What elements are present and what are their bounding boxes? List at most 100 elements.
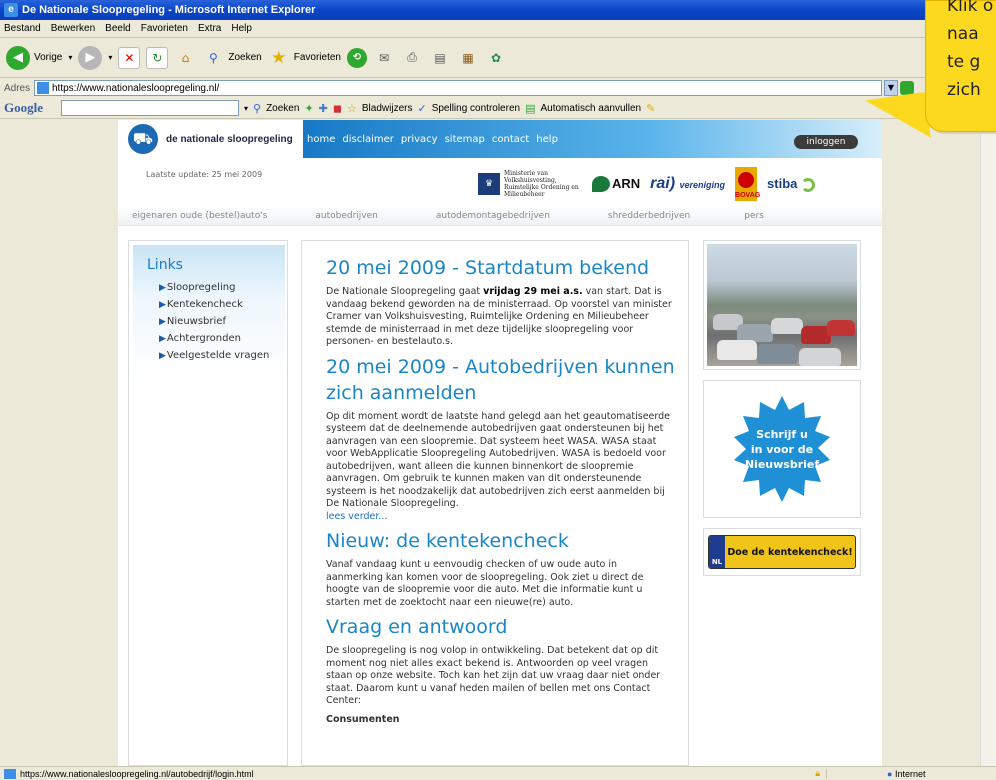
arrow-right-icon: ▶ (159, 300, 166, 310)
menu-favorieten[interactable]: Favorieten (141, 23, 188, 34)
stop-icon[interactable]: ✕ (118, 46, 141, 69)
menu-bestand[interactable]: Bestand (4, 23, 41, 34)
nav-privacy[interactable]: privacy (401, 134, 438, 145)
google-toolbar-options-icon[interactable]: ✦ (304, 102, 313, 115)
lock-icon: 🔒︎ (815, 768, 820, 778)
google-search-button[interactable]: Zoeken (266, 103, 299, 114)
bovag-ring-icon (738, 172, 755, 188)
sidebar-item-label[interactable]: Veelgestelde vragen (167, 350, 269, 361)
links-sidebar: Links ▶Sloopregeling ▶Kentekencheck ▶Nie… (128, 240, 288, 766)
newsletter-badge[interactable]: Schrijf u in voor de Nieuwsbrief (727, 394, 837, 504)
arrow-right-icon: ▶ (159, 283, 166, 293)
sidebar-item-faq[interactable]: ▶Veelgestelde vragen (159, 350, 285, 361)
google-pagerank-icon[interactable]: ◼ (333, 102, 342, 115)
status-bar: https://www.nationalesloopregeling.nl/au… (0, 766, 996, 780)
messenger-icon[interactable]: ✿ (485, 47, 507, 69)
address-input[interactable]: https://www.nationalesloopregeling.nl/ (34, 80, 882, 96)
page-icon (37, 82, 49, 94)
refresh-icon[interactable]: ↻ (146, 46, 169, 69)
login-button[interactable]: inloggen (794, 135, 858, 149)
rai-subtext: vereniging (679, 180, 726, 190)
category-shredders[interactable]: shredderbedrijven (608, 211, 690, 221)
address-bar: Adres https://www.nationalesloopregeling… (0, 79, 996, 97)
google-search-dropdown-icon[interactable]: ▾ (244, 104, 248, 113)
rai-logo[interactable]: rai) vereniging (650, 175, 725, 193)
history-icon[interactable]: ⟲ (347, 47, 367, 68)
google-popup-icon[interactable]: ✚ (319, 102, 328, 115)
read-more-link[interactable]: lees verder... (326, 511, 387, 522)
bookmarks-star-icon[interactable]: ☆ (347, 102, 357, 115)
print-icon[interactable]: ⎙ (401, 47, 423, 69)
arn-logo[interactable]: ARN (592, 176, 640, 193)
google-search-icon[interactable]: ⚲ (253, 102, 261, 115)
badge-line: in voor de (750, 442, 814, 456)
sidebar-item-label[interactable]: Achtergronden (167, 333, 241, 344)
site-logo[interactable]: ⛟ de nationale sloopregeling (128, 120, 303, 158)
site-header: ⛟ de nationale sloopregeling home discla… (118, 120, 882, 158)
callout-tail (865, 92, 931, 146)
favorites-star-icon[interactable]: ★ (268, 47, 290, 69)
back-dropdown-icon[interactable]: ▾ (68, 53, 72, 62)
mail-icon[interactable]: ✉ (373, 47, 395, 69)
discuss-icon[interactable]: ▦ (457, 47, 479, 69)
menu-beeld[interactable]: Beeld (105, 23, 131, 34)
arn-leaf-icon (592, 176, 610, 193)
menu-help[interactable]: Help (231, 23, 252, 34)
article-body: Op dit moment wordt de laatste hand gele… (326, 411, 676, 524)
sidebar-item-label[interactable]: Sloopregeling (167, 282, 236, 293)
kentekencheck-button[interactable]: NL Doe de kentekencheck! (708, 535, 856, 569)
zone-label: Internet (894, 768, 926, 779)
article-title: Vraag en antwoord (326, 616, 508, 638)
nav-disclaimer[interactable]: disclaimer (342, 134, 394, 145)
nav-home[interactable]: home (307, 134, 335, 145)
newsletter-badge-text[interactable]: Schrijf u in voor de Nieuwsbrief (745, 427, 819, 472)
arn-text: ARN (612, 175, 641, 191)
globe-icon: ● (887, 768, 893, 779)
category-press[interactable]: pers (744, 211, 764, 221)
favorites-button-label[interactable]: Favorieten (294, 52, 341, 63)
search-button-label[interactable]: Zoeken (228, 52, 261, 63)
vertical-scrollbar[interactable] (980, 120, 996, 766)
google-search-input[interactable] (61, 100, 239, 116)
highlight-pen-icon[interactable]: ✎ (646, 102, 655, 115)
autofill-button[interactable]: Automatisch aanvullen (540, 103, 641, 114)
sidebar-item-nieuwsbrief[interactable]: ▶Nieuwsbrief (159, 316, 285, 327)
address-url[interactable]: https://www.nationalesloopregeling.nl/ (52, 83, 219, 94)
autofill-icon[interactable]: ▤ (525, 102, 535, 115)
menu-extra[interactable]: Extra (198, 23, 221, 34)
google-logo[interactable]: Google (4, 100, 56, 116)
category-dismantlers[interactable]: autodemontagebedrijven (436, 211, 550, 221)
search-icon[interactable]: ⚲ (202, 47, 224, 69)
scrapped-cars-photo (707, 244, 857, 366)
address-dropdown-icon[interactable]: ▼ (884, 80, 898, 96)
home-icon[interactable]: ⌂ (174, 47, 196, 69)
back-icon[interactable]: ◀ (6, 45, 30, 70)
category-car-companies[interactable]: autobedrijven (315, 211, 378, 221)
car-shape (717, 340, 757, 360)
bookmarks-button[interactable]: Bladwijzers (362, 103, 413, 114)
main-content: 20 mei 2009 - Startdatum bekend De Natio… (301, 240, 689, 766)
nav-sitemap[interactable]: sitemap (445, 134, 485, 145)
category-owners[interactable]: eigenaren oude (bestel)auto's (132, 211, 267, 221)
browser-viewport: ⛟ de nationale sloopregeling home discla… (0, 120, 996, 766)
menu-bewerken[interactable]: Bewerken (51, 23, 95, 34)
kentekencheck-label[interactable]: Doe de kentekencheck! (725, 536, 855, 568)
nav-contact[interactable]: contact (492, 134, 529, 145)
rai-text: rai (650, 175, 670, 192)
sidebar-item-achtergronden[interactable]: ▶Achtergronden (159, 333, 285, 344)
nav-help[interactable]: help (536, 134, 558, 145)
spellcheck-button[interactable]: Spelling controleren (432, 103, 520, 114)
stiba-logo[interactable]: stiba (767, 176, 816, 192)
sidebar-item-sloopregeling[interactable]: ▶Sloopregeling (159, 282, 285, 293)
spellcheck-icon[interactable]: ✓ (417, 102, 426, 115)
status-url: https://www.nationalesloopregeling.nl/au… (20, 768, 254, 779)
sidebar-item-kentekencheck[interactable]: ▶Kentekencheck (159, 299, 285, 310)
edit-icon[interactable]: ▤ (429, 47, 451, 69)
sidebar-item-label[interactable]: Kentekencheck (167, 299, 243, 310)
bovag-logo[interactable]: BOVAG (735, 167, 760, 201)
ministry-logo[interactable]: ♛ Ministerie van Volkshuisvesting, Ruimt… (478, 170, 582, 198)
forward-icon[interactable]: ▶ (78, 45, 103, 70)
forward-dropdown-icon[interactable]: ▾ (108, 53, 112, 62)
sidebar-item-label[interactable]: Nieuwsbrief (167, 316, 226, 327)
back-button-label[interactable]: Vorige (34, 52, 62, 63)
